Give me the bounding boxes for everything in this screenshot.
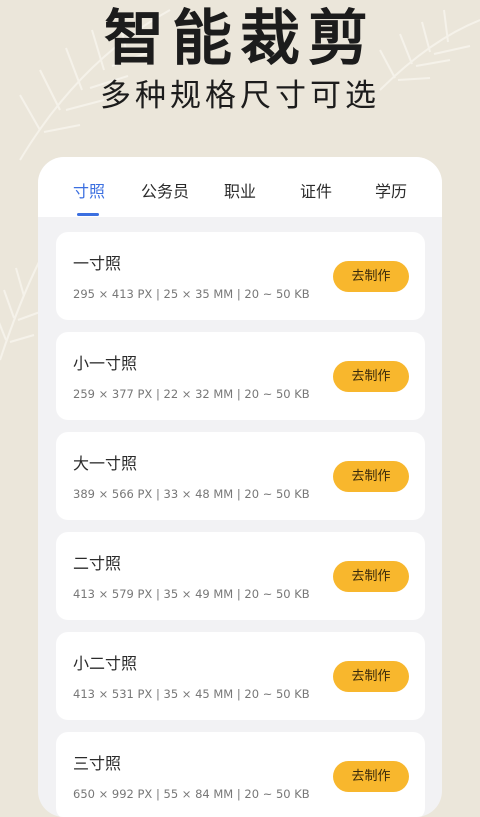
item-spec: 295 × 413 PX | 25 × 35 MM | 20 ~ 50 KB [73,287,310,301]
make-button[interactable]: 去制作 [333,761,409,792]
tab-cun-zhao[interactable]: 寸照 [73,182,105,202]
list-item[interactable]: 二寸照 413 × 579 PX | 35 × 49 MM | 20 ~ 50 … [56,532,425,620]
item-spec: 389 × 566 PX | 33 × 48 MM | 20 ~ 50 KB [73,487,310,501]
list-item[interactable]: 三寸照 650 × 992 PX | 55 × 84 MM | 20 ~ 50 … [56,732,425,817]
list-item[interactable]: 一寸照 295 × 413 PX | 25 × 35 MM | 20 ~ 50 … [56,232,425,320]
hero-subtitle: 多种规格尺寸可选 [100,78,380,114]
hero-title: 智能裁剪 [104,4,376,74]
item-spec: 259 × 377 PX | 22 × 32 MM | 20 ~ 50 KB [73,387,310,401]
list-item[interactable]: 大一寸照 389 × 566 PX | 33 × 48 MM | 20 ~ 50… [56,432,425,520]
tab-zhi-ye[interactable]: 职业 [224,182,256,202]
tab-zheng-jian[interactable]: 证件 [300,182,332,202]
tab-gong-wu-yuan[interactable]: 公务员 [141,182,189,202]
item-title: 大一寸照 [73,454,138,473]
item-spec: 413 × 579 PX | 35 × 49 MM | 20 ~ 50 KB [73,587,310,601]
item-title: 一寸照 [73,254,122,273]
item-title: 三寸照 [73,754,122,773]
list-item[interactable]: 小二寸照 413 × 531 PX | 35 × 45 MM | 20 ~ 50… [56,632,425,720]
make-button[interactable]: 去制作 [333,261,409,292]
item-title: 小一寸照 [73,354,138,373]
phone-screen: 寸照 公务员 职业 证件 学历 一寸照 295 × 413 PX | 25 × … [38,157,442,817]
tab-bar: 寸照 公务员 职业 证件 学历 [38,157,442,217]
active-tab-indicator [77,213,99,216]
make-button[interactable]: 去制作 [333,661,409,692]
item-spec: 413 × 531 PX | 35 × 45 MM | 20 ~ 50 KB [73,687,310,701]
tab-xue-li[interactable]: 学历 [375,182,407,202]
item-title: 二寸照 [73,554,122,573]
item-title: 小二寸照 [73,654,138,673]
make-button[interactable]: 去制作 [333,461,409,492]
list-item[interactable]: 小一寸照 259 × 377 PX | 22 × 32 MM | 20 ~ 50… [56,332,425,420]
make-button[interactable]: 去制作 [333,361,409,392]
make-button[interactable]: 去制作 [333,561,409,592]
